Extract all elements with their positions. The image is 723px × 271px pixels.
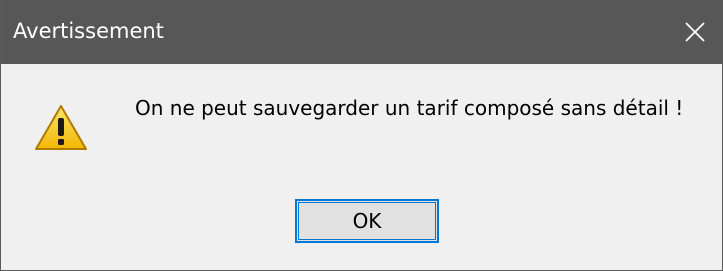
dialog-message: On ne peut sauvegarder un tarif composé … (135, 96, 684, 120)
window-title: Avertissement (13, 19, 164, 43)
close-icon (684, 21, 706, 43)
warning-icon (34, 104, 88, 152)
dialog-content: On ne peut sauvegarder un tarif composé … (1, 64, 723, 271)
ok-button-label: OK (352, 209, 382, 233)
close-button[interactable] (666, 0, 723, 64)
warning-dialog: Avertissement On ne peut sauvegarder un … (0, 0, 723, 271)
ok-button[interactable]: OK (295, 199, 439, 243)
title-bar[interactable]: Avertissement (1, 0, 723, 64)
